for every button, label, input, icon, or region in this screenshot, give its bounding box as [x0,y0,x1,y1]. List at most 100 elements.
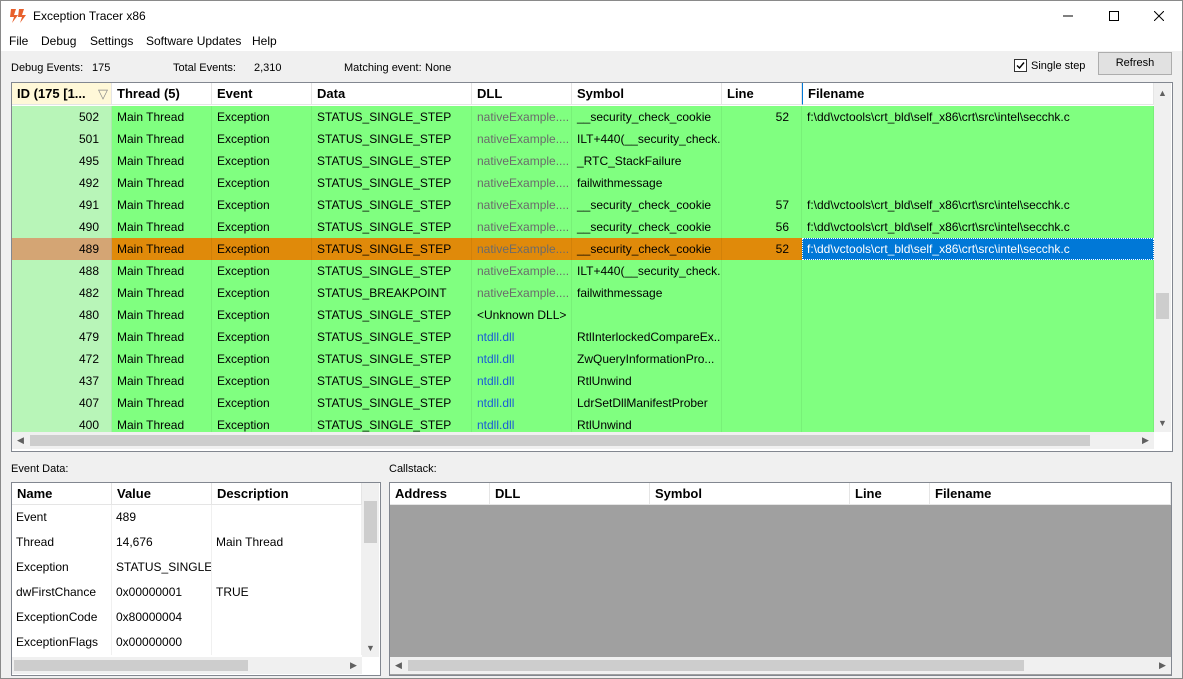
cell-filename: f:\dd\vctools\crt_bld\self_x86\crt\src\i… [802,216,1154,238]
cell-data: STATUS_SINGLE_STEP [312,238,472,260]
menu-help[interactable]: Help [252,34,277,48]
table-row[interactable]: 437 Main Thread Exception STATUS_SINGLE_STE… [12,370,1154,392]
column-header-id[interactable]: ID (175 [1... ▽ [12,83,112,105]
callstack-scroll-right-icon[interactable]: ▶ [1154,657,1171,674]
table-row[interactable]: 479 Main Thread Exception STATUS_SINGLE_STE… [12,326,1154,348]
cell-event: Exception [212,150,312,172]
callstack-column-header-line[interactable]: Line [850,483,930,505]
single-step-checkbox[interactable] [1014,59,1027,72]
event-column-header-value[interactable]: Value [112,483,212,505]
table-row[interactable]: 495 Main Thread Exception STATUS_SINGLE_STE… [12,150,1154,172]
cell-id: 490 [12,216,112,238]
list-item[interactable]: ExceptionCode 0x80000004 [12,605,362,630]
table-row[interactable]: 491 Main Thread Exception STATUS_SINGLE_STE… [12,194,1154,216]
table-row[interactable]: 502 Main Thread Exception STATUS_SINGLE_STE… [12,106,1154,128]
table-row[interactable]: 472 Main Thread Exception STATUS_SINGLE_STE… [12,348,1154,370]
single-step-label[interactable]: Single step [1031,60,1085,72]
event-scroll-down-icon[interactable]: ▼ [362,640,379,657]
minimize-button[interactable] [1045,1,1091,31]
cell-thread: Main Thread [112,172,212,194]
event-vertical-scroll-thumb[interactable] [364,501,377,543]
column-header-dll[interactable]: DLL [472,83,572,105]
cell-dll: ntdll.dll [472,370,572,392]
table-row[interactable]: 492 Main Thread Exception STATUS_SINGLE_STE… [12,172,1154,194]
horizontal-scroll-thumb[interactable] [30,435,1090,446]
scroll-up-icon[interactable]: ▲ [1154,85,1171,102]
cell-thread: Main Thread [112,392,212,414]
refresh-button[interactable]: Refresh [1098,52,1172,75]
list-item[interactable]: dwFirstChance 0x00000001 TRUE [12,580,362,605]
cell-thread: Main Thread [112,194,212,216]
event-horizontal-scroll-thumb[interactable] [14,660,248,671]
scroll-right-icon[interactable]: ▶ [1137,432,1154,449]
event-data-grid: Name Value Description Event 489 Thread 14,… [11,482,381,676]
cell-thread: Main Thread [112,370,212,392]
cell-filename [802,172,1154,194]
table-row[interactable]: 482 Main Thread Exception STATUS_BREAKPOINT… [12,282,1154,304]
list-item[interactable]: Event 489 [12,505,362,530]
maximize-button[interactable] [1091,1,1137,31]
cell-id: 472 [12,348,112,370]
column-header-event[interactable]: Event [212,83,312,105]
callstack-column-header-symbol[interactable]: Symbol [650,483,850,505]
callstack-horizontal-scrollbar[interactable]: ◀ ▶ [390,657,1171,674]
column-header-filename[interactable]: Filename [802,83,1154,105]
menu-file[interactable]: File [9,34,28,48]
callstack-horizontal-scroll-thumb[interactable] [408,660,1024,671]
callstack-grid: Address DLL Symbol Line Filename ◀ ▶ [389,482,1172,676]
menu-software-updates[interactable]: Software Updates [146,34,241,48]
callstack-column-header-dll[interactable]: DLL [490,483,650,505]
table-row[interactable]: 480 Main Thread Exception STATUS_SINGLE_STE… [12,304,1154,326]
cell-line [722,304,802,326]
menu-debug[interactable]: Debug [41,34,76,48]
column-header-data[interactable]: Data [312,83,472,105]
event-horizontal-scrollbar[interactable]: ▶ [12,657,362,674]
close-icon [1154,11,1164,21]
cell-id: 502 [12,106,112,128]
window-title: Exception Tracer x86 [33,9,146,23]
cell-data: STATUS_SINGLE_STEP [312,172,472,194]
cell-id: 488 [12,260,112,282]
event-column-header-description[interactable]: Description [212,483,362,505]
scroll-down-icon[interactable]: ▼ [1154,415,1171,432]
cell-data: STATUS_SINGLE_STEP [312,128,472,150]
table-row[interactable]: 490 Main Thread Exception STATUS_SINGLE_STE… [12,216,1154,238]
cell-symbol: LdrSetDllManifestProber [572,392,722,414]
list-item[interactable]: Thread 14,676 Main Thread [12,530,362,555]
event-cell-value: 489 [112,505,212,530]
cell-line [722,128,802,150]
grid-vertical-scrollbar[interactable]: ▲ ▼ [1154,83,1171,432]
cell-filename [802,282,1154,304]
debug-events-label: Debug Events: [11,62,84,74]
table-row[interactable]: 501 Main Thread Exception STATUS_SINGLE_STE… [12,128,1154,150]
close-button[interactable] [1136,1,1182,31]
column-header-line[interactable]: Line [722,83,802,105]
list-item[interactable]: Exception STATUS_SINGLE... [12,555,362,580]
event-scroll-right-icon[interactable]: ▶ [345,657,362,674]
cell-dll: nativeExample.... [472,282,572,304]
menu-settings[interactable]: Settings [90,34,133,48]
column-header-thread[interactable]: Thread (5) [112,83,212,105]
scroll-left-icon[interactable]: ◀ [12,432,29,449]
table-row[interactable]: 489 Main Thread Exception STATUS_SINGLE_STE… [12,238,1154,260]
cell-id: 482 [12,282,112,304]
table-row[interactable]: 407 Main Thread Exception STATUS_SINGLE_STE… [12,392,1154,414]
cell-id: 491 [12,194,112,216]
vertical-scroll-thumb[interactable] [1156,293,1169,319]
event-vertical-scrollbar[interactable]: ▼ [362,483,379,657]
checkmark-icon [1016,62,1025,70]
list-item[interactable]: ExceptionFlags 0x00000000 [12,630,362,655]
cell-dll: ntdll.dll [472,326,572,348]
column-header-symbol[interactable]: Symbol [572,83,722,105]
event-cell-name: Event [12,505,112,530]
grid-horizontal-scrollbar[interactable]: ◀ ▶ [12,432,1154,449]
event-column-header-name[interactable]: Name [12,483,112,505]
callstack-column-header-filename[interactable]: Filename [930,483,1171,505]
callstack-scroll-left-icon[interactable]: ◀ [390,657,407,674]
table-row[interactable]: 488 Main Thread Exception STATUS_SINGLE_STE… [12,260,1154,282]
minimize-icon [1063,15,1073,17]
cell-symbol: __security_check_cookie [572,238,722,260]
menu-bar: File Debug Settings Software Updates Hel… [1,31,1182,51]
cell-filename: f:\dd\vctools\crt_bld\self_x86\crt\src\i… [802,106,1154,128]
callstack-column-header-address[interactable]: Address [390,483,490,505]
